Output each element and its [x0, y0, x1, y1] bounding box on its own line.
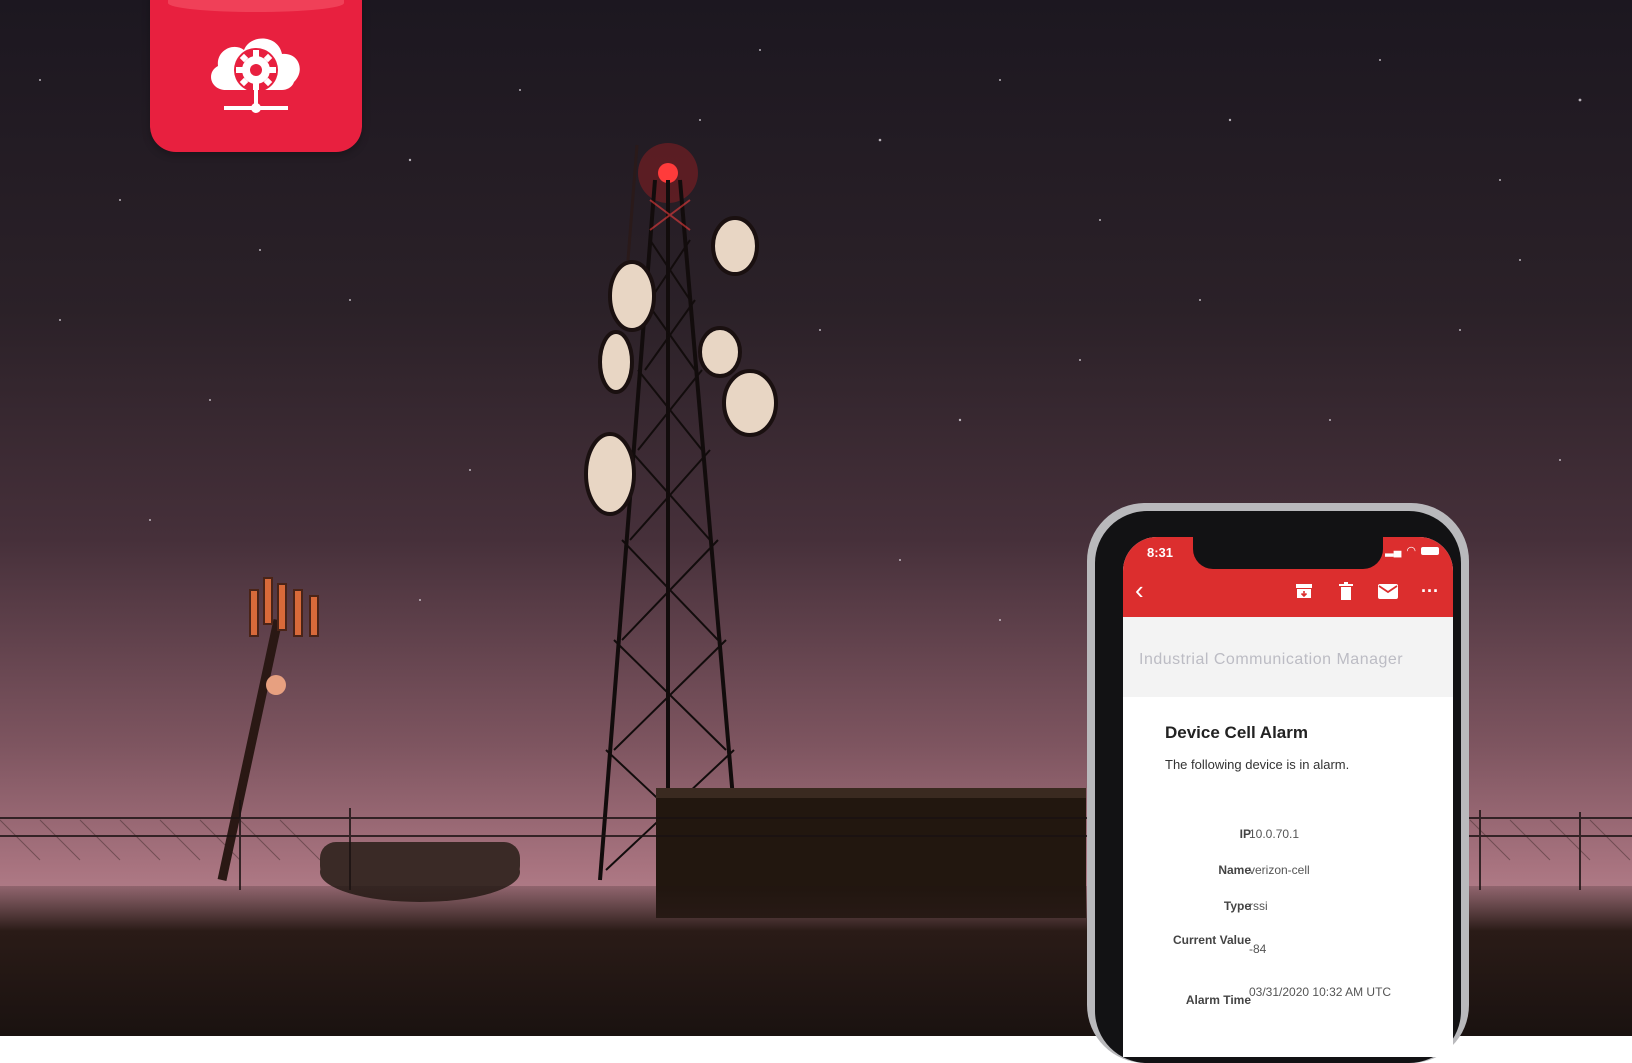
archive-icon[interactable] [1293, 581, 1315, 601]
email-actions: ··· [1293, 581, 1441, 601]
trash-icon[interactable] [1335, 581, 1357, 601]
field-label: IP [1239, 827, 1251, 841]
field-value: 03/31/2020 10:32 AM UTC [1249, 985, 1392, 999]
phone-mockup: 8:31 ▂▄ ◠ ‹ ··· Industrial Communication… [1087, 503, 1469, 1063]
email-brand-header: Industrial Communication Manager [1123, 617, 1453, 697]
battery-icon [1421, 546, 1439, 555]
field-value: verizon-cell [1249, 863, 1310, 877]
back-icon[interactable]: ‹ [1135, 577, 1144, 603]
phone-notch [1193, 537, 1383, 569]
field-label: Name [1218, 863, 1251, 877]
field-value: rssi [1249, 899, 1268, 913]
phone-bezel: 8:31 ▂▄ ◠ ‹ ··· Industrial Communication… [1095, 511, 1461, 1063]
more-icon[interactable]: ··· [1419, 581, 1441, 601]
status-icons: ▂▄ ◠ [1385, 544, 1439, 557]
field-label: Alarm Time [1185, 993, 1251, 1007]
status-time: 8:31 [1147, 545, 1174, 560]
signal-icon: ▂▄ [1385, 545, 1402, 557]
phone-screen: 8:31 ▂▄ ◠ ‹ ··· Industrial Communication… [1123, 537, 1453, 1057]
mail-icon[interactable] [1377, 581, 1399, 601]
alarm-description: The following device is in alarm. [1165, 757, 1350, 772]
field-value: 10.0.70.1 [1249, 827, 1300, 841]
field-value: -84 [1249, 942, 1267, 956]
email-brand-name: Industrial Communication Manager [1139, 651, 1404, 668]
wifi-icon: ◠ [1406, 545, 1416, 557]
app-icon-top-arc [168, 0, 344, 12]
cloud-gear-network-icon [211, 38, 300, 113]
field-label: Type [1223, 899, 1251, 913]
alarm-title: Device Cell Alarm [1165, 723, 1308, 742]
app-icon[interactable] [150, 0, 362, 152]
field-label: Current Value [1172, 933, 1251, 947]
